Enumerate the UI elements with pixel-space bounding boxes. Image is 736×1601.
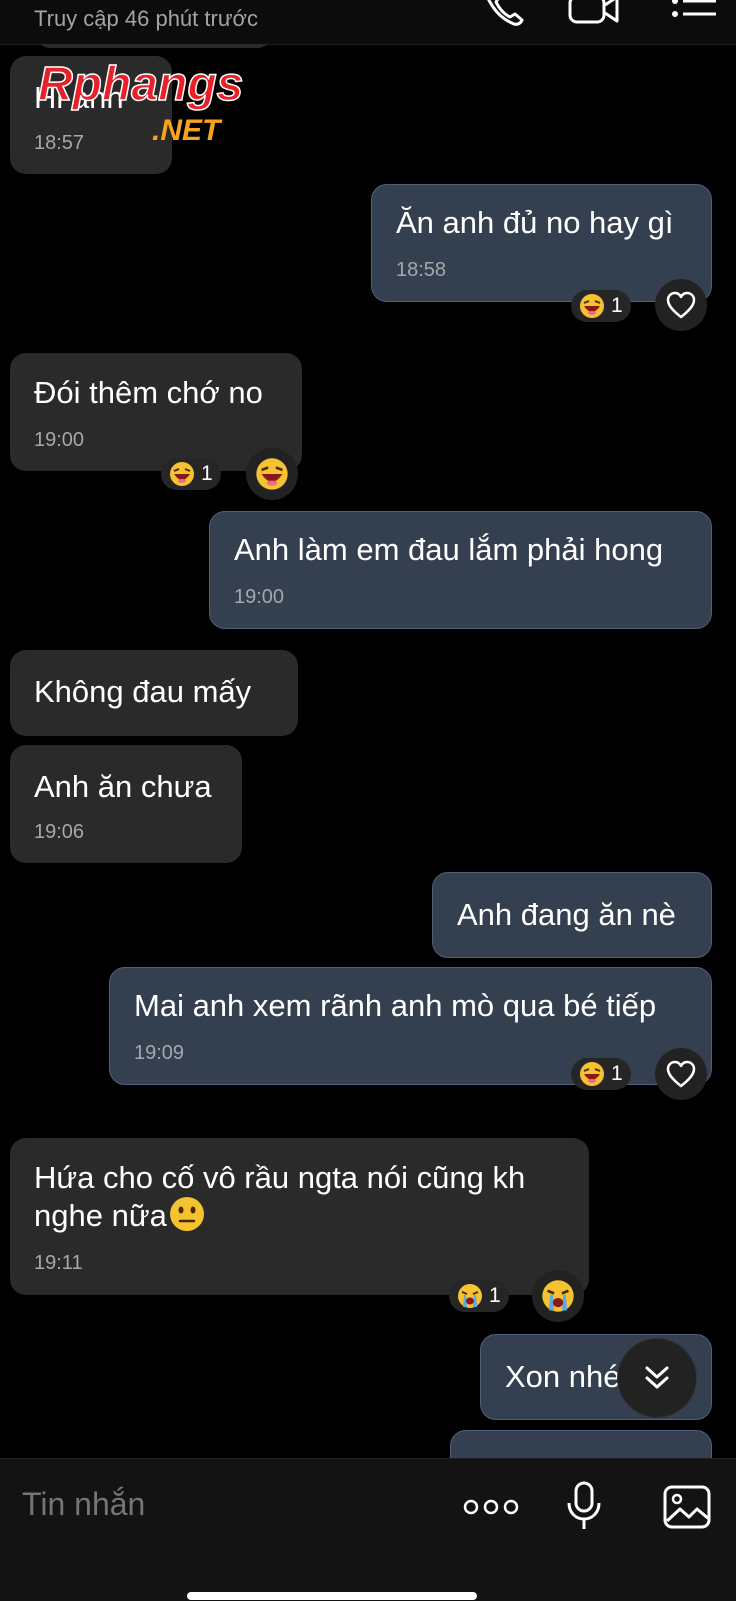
reaction-summary[interactable]: 1 xyxy=(449,1280,509,1312)
watermark-logo: Rphangs .NET xyxy=(37,58,244,147)
message-bubble-outgoing[interactable]: Anh làm em đau lắm phải hong 19:00 xyxy=(209,511,712,629)
more-dots-icon[interactable] xyxy=(463,1495,519,1519)
svg-text:Rphangs: Rphangs xyxy=(38,58,243,111)
react-button[interactable] xyxy=(655,1048,707,1100)
message-text-continued: nghe nữa xyxy=(34,1198,167,1233)
svg-text:.NET: .NET xyxy=(152,114,223,147)
reaction-count: 1 xyxy=(201,462,213,485)
message-composer xyxy=(0,1458,736,1601)
react-button[interactable] xyxy=(655,279,707,331)
message-time: 19:09 xyxy=(134,1042,185,1064)
message-text: Không đau mấy xyxy=(34,674,252,709)
message-text: Hứa cho cố vô rầu ngta nói cũng kh xyxy=(34,1160,526,1195)
message-time: 19:11 xyxy=(34,1252,83,1274)
chevron-double-down-icon xyxy=(645,1366,669,1389)
reaction-count: 1 xyxy=(611,1062,623,1085)
home-indicator xyxy=(187,1592,477,1600)
react-button[interactable] xyxy=(532,1270,584,1322)
message-bubble-partial xyxy=(450,1430,712,1458)
message-text: Mai anh xem rãnh anh mò qua bé tiếp xyxy=(134,988,657,1023)
message-text: Ăn anh đủ no hay gì xyxy=(396,205,674,240)
message-text: Xon nhé xyxy=(505,1359,621,1394)
image-icon[interactable] xyxy=(663,1485,711,1529)
message-time: 18:58 xyxy=(396,259,447,281)
message-text: Anh làm em đau lắm phải hong xyxy=(234,532,664,567)
reaction-count: 1 xyxy=(489,1284,501,1307)
heart-icon xyxy=(666,1060,696,1088)
laughing-emoji xyxy=(256,458,288,490)
message-bubble-outgoing[interactable]: Anh đang ăn nè xyxy=(432,872,712,958)
reaction-count: 1 xyxy=(611,294,623,317)
chat-header: Truy cập 46 phút trước xyxy=(0,0,736,45)
message-list[interactable]: Hi anh 18:57 Ăn anh đủ no hay gì 18:58 1… xyxy=(0,44,736,1458)
neutral-face-emoji xyxy=(169,1197,204,1231)
crying-emoji xyxy=(458,1284,482,1308)
message-bubble-incoming[interactable]: Anh ăn chưa 19:06 xyxy=(10,745,242,863)
reaction-summary[interactable]: 1 xyxy=(571,1058,631,1090)
message-bubble-outgoing[interactable]: Ăn anh đủ no hay gì 18:58 xyxy=(371,184,712,302)
menu-icon[interactable] xyxy=(670,0,720,30)
last-seen-status: Truy cập 46 phút trước xyxy=(34,6,258,31)
laughing-emoji xyxy=(580,1062,604,1086)
crying-emoji xyxy=(542,1280,574,1312)
heart-icon xyxy=(666,291,696,319)
message-bubble-incoming[interactable]: Không đau mấy xyxy=(10,650,298,736)
phone-icon[interactable] xyxy=(482,0,526,30)
laughing-emoji xyxy=(170,462,194,486)
message-time: 19:06 xyxy=(34,821,85,843)
message-time: 19:00 xyxy=(34,429,85,451)
microphone-icon[interactable] xyxy=(566,1481,602,1531)
message-bubble-incoming[interactable]: Hứa cho cố vô rầu ngta nói cũng kh nghe … xyxy=(10,1138,589,1295)
video-icon[interactable] xyxy=(568,0,620,30)
message-text: Đói thêm chớ no xyxy=(34,375,263,410)
message-text: Anh đang ăn nè xyxy=(457,897,676,932)
message-bubble-partial xyxy=(36,44,272,48)
laughing-emoji xyxy=(580,294,604,318)
react-button[interactable] xyxy=(246,448,298,500)
message-time: 19:00 xyxy=(234,586,285,608)
message-text: Anh ăn chưa xyxy=(34,769,212,804)
reaction-summary[interactable]: 1 xyxy=(571,290,631,322)
message-input[interactable] xyxy=(20,1485,424,1524)
reaction-summary[interactable]: 1 xyxy=(161,458,221,490)
message-text-line2: nghe nữa xyxy=(34,1196,205,1236)
scroll-to-bottom-button[interactable] xyxy=(617,1338,697,1418)
